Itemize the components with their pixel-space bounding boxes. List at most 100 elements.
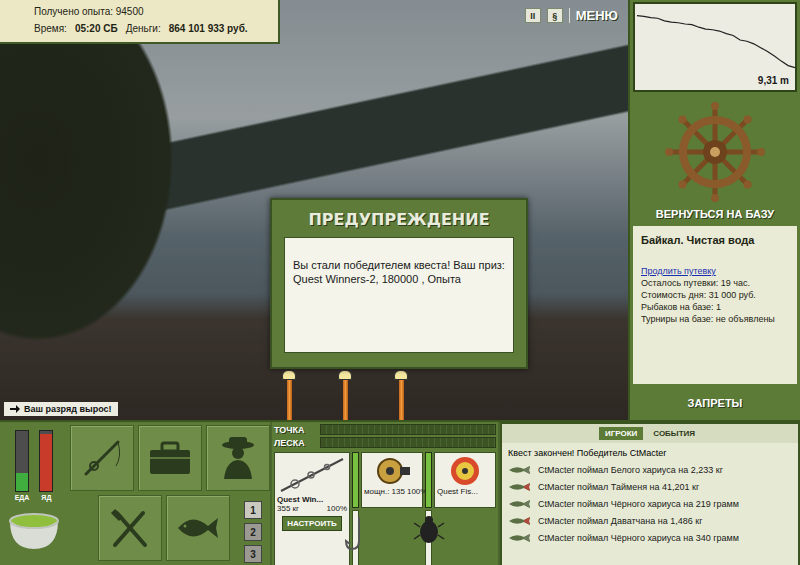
tackle-box-icon (146, 438, 194, 478)
rank-notice[interactable]: Ваш разряд вырос! (4, 402, 118, 416)
chat-tab[interactable]: СОБЫТИЯ (647, 427, 701, 440)
ship-wheel-icon[interactable] (663, 100, 767, 204)
rod-stand[interactable] (338, 370, 352, 420)
slot-button[interactable]: 1 (244, 501, 262, 519)
location-info: Байкал. Чистая вода Продлить путевку Остал… (633, 226, 797, 384)
chat-message: CtMacter поймал Чёрного хариуса на 340 г… (508, 530, 792, 546)
depth-chart: 9,31 m (633, 2, 797, 92)
rod-bell (338, 370, 352, 380)
return-panel[interactable]: ВЕРНУТЬСЯ НА БАЗУ (630, 94, 800, 224)
fisherman-button[interactable] (206, 425, 270, 491)
meter: ЯД (39, 430, 53, 501)
tension-label: ТОЧКА (274, 425, 316, 435)
bait-cell[interactable] (425, 510, 432, 565)
chat-tab[interactable]: ИГРОКИ (599, 427, 643, 440)
experience-row: Получено опыта: 94500 (34, 6, 270, 17)
hook-cell[interactable] (352, 510, 359, 565)
caught-fish-icon (508, 499, 532, 509)
return-button[interactable]: ВЕРНУТЬСЯ НА БАЗУ (656, 208, 774, 220)
location-detail: Рыбаков на базе: 1 (641, 302, 789, 312)
rod-name: Quest Win... (277, 495, 347, 504)
pot-icon[interactable] (6, 507, 62, 551)
sidebar: 9,31 m ВЕРНУТЬСЯ НА БАЗУ Байкал. Чистая во… (628, 0, 800, 420)
chat-panel: ИГРОКИ СОБЫТИЯ Квест закончен! Победитель … (500, 422, 800, 565)
caught-fish-icon (508, 482, 532, 492)
reel-caption: мощн.: 135100% (364, 487, 420, 496)
meter-label: ЕДА (15, 494, 30, 501)
slot-button[interactable]: 3 (244, 545, 262, 563)
meters: ЕДА ЯД (15, 430, 54, 501)
tension-row: ЛЕСКА (274, 437, 496, 448)
reel-cell[interactable]: мощн.: 135100% (361, 452, 423, 508)
top-buttons: II § МЕНЮ (525, 8, 618, 23)
location-detail: Стоимость дня: 31 000 руб. (641, 290, 789, 300)
line-cell[interactable]: Quest Fis... (434, 452, 496, 508)
rods-button[interactable] (70, 425, 134, 491)
tension-track (320, 424, 496, 435)
tension-row: ТОЧКА (274, 424, 496, 435)
action-row: 1 2 3 (70, 495, 270, 563)
cutlery-icon (107, 505, 153, 551)
meter-fill (40, 434, 52, 491)
action-row (70, 425, 270, 491)
chat-message: Квест закончен! Победитель CtMacter (508, 445, 792, 461)
top-row: Получено опыта: 94500 Время:05:20 СБДеньг… (0, 0, 800, 420)
reel-wear-bar (425, 452, 432, 508)
slot-button[interactable]: 2 (244, 523, 262, 541)
rod-stand[interactable] (394, 370, 408, 420)
food-button[interactable] (98, 495, 162, 561)
line-spool-icon (447, 455, 483, 487)
time-value: 05:20 СБ (75, 23, 118, 34)
tension-track (320, 437, 496, 448)
pause-button[interactable]: II (525, 8, 541, 23)
rod-icon (80, 436, 124, 480)
rods-in-water (282, 370, 408, 420)
stats-panel: Получено опыта: 94500 Время:05:20 СБДеньг… (0, 0, 280, 44)
tension-label: ЛЕСКА (274, 438, 316, 448)
time-money-row: Время:05:20 СБДеньги:864 101 933 руб. (34, 23, 270, 34)
rod-wear-bar (352, 452, 359, 508)
warning-dialog: ПРЕДУПРЕЖДЕНИЕВы стали победителем квест… (270, 198, 528, 369)
lake-scene: Получено опыта: 94500 Время:05:20 СБДеньг… (0, 0, 628, 420)
chat-message: CtMacter поймал Чёрного хариуса на 219 г… (508, 496, 792, 512)
catch-button[interactable] (166, 495, 230, 561)
sound-button[interactable]: § (547, 8, 563, 23)
bans-button[interactable]: ЗАПРЕТЫ (688, 397, 743, 409)
rod-pole (343, 380, 348, 420)
chat-message: CtMacter поймал Даватчана на 1,486 кг (508, 513, 792, 529)
depth-chart-line (635, 4, 797, 84)
money-value: 864 101 933 руб. (169, 23, 248, 34)
setup-button[interactable]: НАСТРОИТЬ (282, 516, 342, 531)
rod-cell[interactable]: Quest Win...355 кг100% НАСТРОИТЬ (274, 452, 350, 565)
bottom-panel: ЕДА ЯД 1 2 3 ТОЧКА ЛЕСКА Quest Win...355 кг100%… (0, 420, 800, 565)
location-detail: Осталось путевки: 19 час. (641, 278, 789, 288)
meter-track (39, 430, 53, 492)
reel-icon (372, 455, 412, 487)
depth-reading: 9,31 m (758, 75, 789, 86)
rod-stand[interactable] (282, 370, 296, 420)
caught-fish-icon (508, 516, 532, 526)
caught-fish-icon (508, 465, 532, 475)
fisherman-icon (216, 435, 260, 481)
rod-bell (394, 370, 408, 380)
rod-bell (282, 370, 296, 380)
bait-bug-icon (412, 513, 446, 547)
arrow-icon (10, 405, 20, 413)
tackle-grid: Quest Win...355 кг100% НАСТРОИТЬ мощн.: 13… (274, 452, 496, 565)
game-screen: Получено опыта: 94500 Время:05:20 СБДеньг… (0, 0, 800, 565)
meter-fill (16, 473, 28, 491)
location-title: Байкал. Чистая вода (641, 234, 789, 246)
action-buttons: 1 2 3 (68, 422, 273, 565)
tackle-box-button[interactable] (138, 425, 202, 491)
reel-wear-fill (426, 453, 431, 507)
rod-wear-fill (353, 453, 358, 507)
dialog-message: Вы стали победителем квеста! Ваш приз: Q… (284, 237, 514, 353)
hook-icon (341, 513, 371, 553)
line-caption: Quest Fis... (437, 487, 493, 496)
menu-button[interactable]: МЕНЮ (569, 8, 618, 23)
extend-link[interactable]: Продлить путевку (641, 266, 789, 276)
rod-caption: 355 кг100% (277, 504, 347, 513)
meter-label: ЯД (41, 494, 51, 501)
meter-track (15, 430, 29, 492)
bans-bar[interactable]: ЗАПРЕТЫ (630, 386, 800, 420)
